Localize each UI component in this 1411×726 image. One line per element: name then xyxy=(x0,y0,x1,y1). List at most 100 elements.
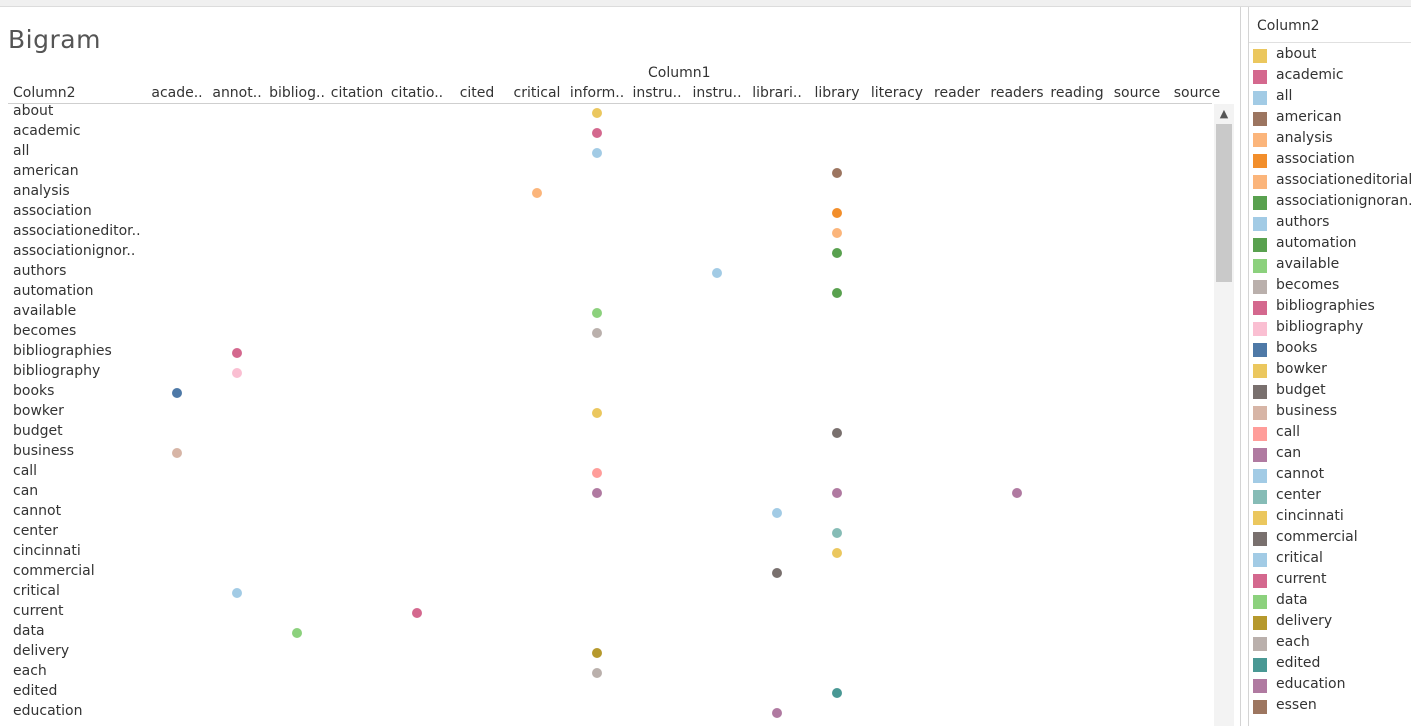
legend-label: bowker xyxy=(1276,361,1327,377)
legend-label: bibliography xyxy=(1276,319,1364,335)
legend-label: analysis xyxy=(1276,130,1333,146)
data-point[interactable] xyxy=(292,628,302,638)
data-point[interactable] xyxy=(832,228,842,238)
legend-label: about xyxy=(1276,46,1317,62)
data-point[interactable] xyxy=(832,248,842,258)
legend-label: can xyxy=(1276,445,1302,461)
legend-swatch xyxy=(1253,679,1267,693)
scatter-plot xyxy=(172,108,1022,718)
data-point[interactable] xyxy=(592,668,602,678)
legend-swatch xyxy=(1253,385,1267,399)
legend-swatch xyxy=(1253,637,1267,651)
data-point[interactable] xyxy=(592,308,602,318)
data-point[interactable] xyxy=(772,708,782,718)
legend-label: critical xyxy=(1276,550,1323,566)
legend-label: association xyxy=(1276,151,1355,167)
legend-swatch xyxy=(1253,280,1267,294)
scroll-thumb[interactable] xyxy=(1216,124,1232,282)
data-point[interactable] xyxy=(1012,488,1022,498)
vertical-scrollbar[interactable]: ▲ xyxy=(1214,104,1234,726)
data-point[interactable] xyxy=(592,488,602,498)
data-point[interactable] xyxy=(592,108,602,118)
legend-label: center xyxy=(1276,487,1322,503)
legend-label: budget xyxy=(1276,382,1326,398)
legend-swatch xyxy=(1253,49,1267,63)
data-point[interactable] xyxy=(532,188,542,198)
worksheet-view: Bigram Column1 Column2 acade.. annot.. bib… xyxy=(0,7,1241,726)
legend-swatch xyxy=(1253,406,1267,420)
legend-label: data xyxy=(1276,592,1308,608)
legend-label: education xyxy=(1276,676,1346,692)
top-strip xyxy=(0,0,1411,7)
legend-label: books xyxy=(1276,340,1318,356)
legend-swatch xyxy=(1253,91,1267,105)
legend-swatch xyxy=(1253,574,1267,588)
legend-swatch xyxy=(1253,259,1267,273)
data-point[interactable] xyxy=(232,588,242,598)
data-point[interactable] xyxy=(232,368,242,378)
data-point[interactable] xyxy=(832,688,842,698)
data-point[interactable] xyxy=(592,468,602,478)
legend-swatch xyxy=(1253,154,1267,168)
legend-swatch xyxy=(1253,658,1267,672)
data-point[interactable] xyxy=(412,608,422,618)
legend-label: cincinnati xyxy=(1276,508,1344,524)
legend-swatch xyxy=(1253,364,1267,378)
legend-swatch xyxy=(1253,490,1267,504)
data-point[interactable] xyxy=(172,448,182,458)
legend-label: becomes xyxy=(1276,277,1340,293)
legend-swatch xyxy=(1253,133,1267,147)
data-point[interactable] xyxy=(592,648,602,658)
data-point[interactable] xyxy=(832,208,842,218)
data-point[interactable] xyxy=(832,168,842,178)
legend-swatch xyxy=(1253,196,1267,210)
data-point[interactable] xyxy=(172,388,182,398)
data-point[interactable] xyxy=(832,528,842,538)
legend-label: american xyxy=(1276,109,1342,125)
legend-label: automation xyxy=(1276,235,1357,251)
legend-swatch xyxy=(1253,301,1267,315)
legend-swatch xyxy=(1253,175,1267,189)
legend-label: cannot xyxy=(1276,466,1325,482)
color-legend: Column2 about academic all american analysis… xyxy=(1248,7,1411,726)
data-point[interactable] xyxy=(832,488,842,498)
legend-swatch xyxy=(1253,595,1267,609)
legend-label: business xyxy=(1276,403,1338,419)
legend-divider xyxy=(1249,42,1411,43)
data-point[interactable] xyxy=(592,148,602,158)
legend-swatch xyxy=(1253,322,1267,336)
legend-swatch xyxy=(1253,217,1267,231)
legend-label: authors xyxy=(1276,214,1330,230)
legend-label: commercial xyxy=(1276,529,1358,545)
legend-swatch xyxy=(1253,448,1267,462)
legend-swatch xyxy=(1253,469,1267,483)
data-point[interactable] xyxy=(592,408,602,418)
legend-label: each xyxy=(1276,634,1310,650)
legend-swatch xyxy=(1253,553,1267,567)
legend-label: call xyxy=(1276,424,1301,440)
legend-label: delivery xyxy=(1276,613,1333,629)
legend-swatch xyxy=(1253,70,1267,84)
data-point[interactable] xyxy=(232,348,242,358)
legend-label: all xyxy=(1276,88,1293,104)
legend-label: essen xyxy=(1276,697,1317,713)
legend-label: associationignoran.. xyxy=(1276,193,1411,209)
legend-swatch xyxy=(1253,427,1267,441)
legend-swatch xyxy=(1253,511,1267,525)
data-point[interactable] xyxy=(772,568,782,578)
data-point[interactable] xyxy=(832,288,842,298)
legend-swatch xyxy=(1253,700,1267,714)
legend-title: Column2 xyxy=(1257,18,1320,34)
data-point[interactable] xyxy=(832,428,842,438)
data-point[interactable] xyxy=(772,508,782,518)
data-point[interactable] xyxy=(712,268,722,278)
scroll-up-arrow-icon[interactable]: ▲ xyxy=(1214,104,1234,124)
data-point[interactable] xyxy=(592,128,602,138)
legend-swatch xyxy=(1253,238,1267,252)
legend-swatch xyxy=(1253,112,1267,126)
legend-label: bibliographies xyxy=(1276,298,1375,314)
data-point[interactable] xyxy=(832,548,842,558)
legend-swatch xyxy=(1253,343,1267,357)
data-point[interactable] xyxy=(592,328,602,338)
legend-swatch xyxy=(1253,616,1267,630)
